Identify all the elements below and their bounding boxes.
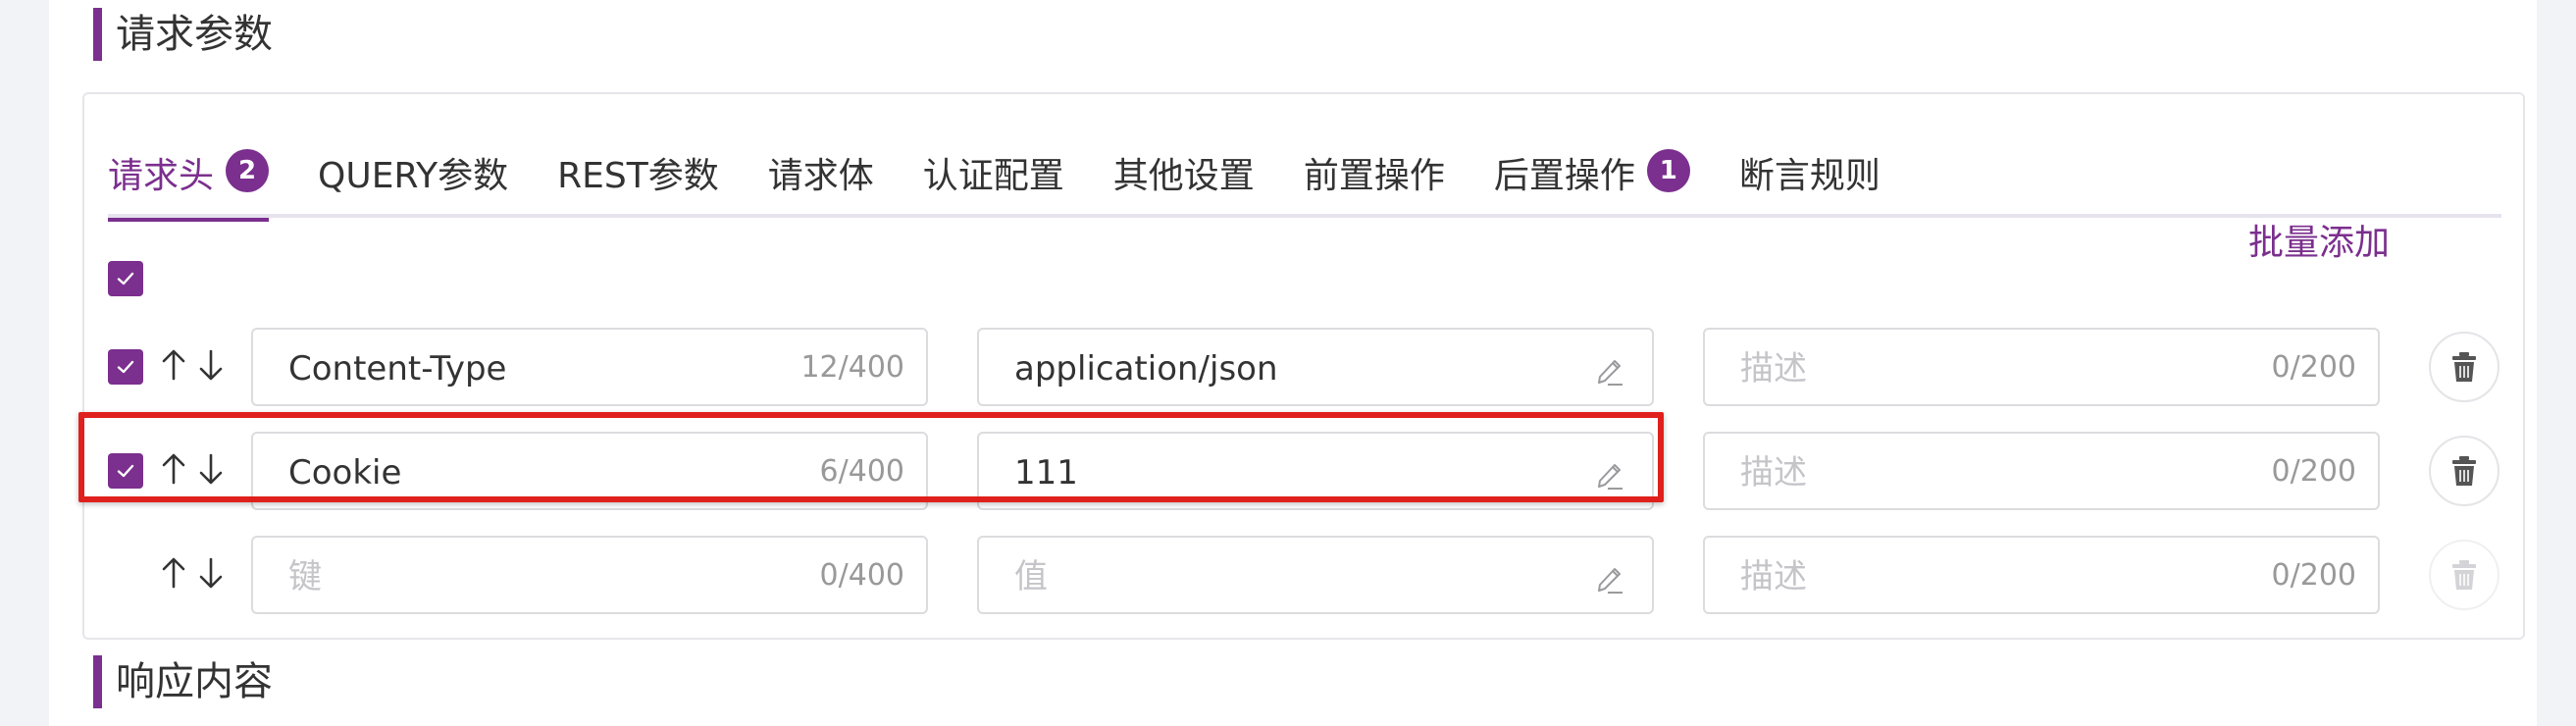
tab-headers[interactable]: 请求头 2 xyxy=(108,133,270,222)
header-description-input[interactable]: 描述 0/200 xyxy=(1703,536,2380,614)
header-key-input[interactable]: Content-Type 12/400 xyxy=(251,328,928,406)
header-description-placeholder: 描述 xyxy=(1740,453,1807,493)
header-value-input[interactable]: 值 xyxy=(977,536,1654,614)
header-description-count: 0/200 xyxy=(2271,350,2356,385)
move-up-button[interactable] xyxy=(159,447,188,491)
header-description-input[interactable]: 描述 0/200 xyxy=(1703,328,2380,406)
arrow-up-icon xyxy=(162,557,185,589)
header-value-placeholder: 值 xyxy=(1014,557,1048,596)
tab-headers-badge: 2 xyxy=(226,149,270,192)
header-key-value: Content-Type xyxy=(288,349,507,389)
header-value-input[interactable]: 111 xyxy=(977,432,1654,510)
header-key-placeholder: 键 xyxy=(288,557,322,596)
tab-headers-label: 请求头 xyxy=(108,156,215,196)
header-row: Content-Type 12/400 application/json 描述 … xyxy=(0,328,2576,406)
section-title-request-params: 请求参数 xyxy=(93,8,273,61)
trash-icon xyxy=(2452,560,2476,590)
check-icon xyxy=(117,272,134,285)
move-down-button[interactable] xyxy=(196,551,226,595)
batch-add-link[interactable]: 批量添加 xyxy=(2248,214,2390,265)
header-description-placeholder: 描述 xyxy=(1740,349,1807,389)
arrow-down-icon xyxy=(199,453,223,485)
section-title-response-content: 响应内容 xyxy=(93,655,273,708)
row-checkbox[interactable] xyxy=(108,349,143,385)
tab-other-settings[interactable]: 其他设置 xyxy=(1113,133,1255,218)
header-key-count: 12/400 xyxy=(800,350,904,385)
tab-rest-params[interactable]: REST参数 xyxy=(557,133,719,218)
header-key-input[interactable]: Cookie 6/400 xyxy=(251,432,928,510)
tab-request-body[interactable]: 请求体 xyxy=(768,133,874,218)
header-row: Cookie 6/400 111 描述 0/200 xyxy=(0,432,2576,510)
arrow-up-icon xyxy=(162,349,185,381)
header-key-count: 6/400 xyxy=(819,454,904,489)
delete-row-button[interactable] xyxy=(2429,436,2499,506)
tab-query-params[interactable]: QUERY参数 xyxy=(318,133,508,218)
trash-icon xyxy=(2452,352,2476,382)
header-key-count: 0/400 xyxy=(819,558,904,593)
header-description-placeholder: 描述 xyxy=(1740,557,1807,596)
header-value-text: application/json xyxy=(1014,349,1278,389)
check-icon xyxy=(117,360,134,374)
header-row-empty: 键 0/400 值 描述 0/200 xyxy=(0,536,2576,614)
tab-pre-operations[interactable]: 前置操作 xyxy=(1304,133,1445,218)
sort-arrows xyxy=(159,447,226,491)
header-key-input[interactable]: 键 0/400 xyxy=(251,536,928,614)
move-down-button[interactable] xyxy=(196,447,226,491)
header-key-value: Cookie xyxy=(288,453,402,493)
request-tabs: 请求头 2 QUERY参数 REST参数 请求体 认证配置 其他设置 前置操作 … xyxy=(108,133,2501,222)
header-value-input[interactable]: application/json xyxy=(977,328,1654,406)
tab-auth-config-label: 认证配置 xyxy=(922,156,1064,196)
header-description-input[interactable]: 描述 0/200 xyxy=(1703,432,2380,510)
pencil-icon[interactable] xyxy=(1591,453,1626,493)
tab-request-body-label: 请求体 xyxy=(767,156,874,196)
header-description-count: 0/200 xyxy=(2271,454,2356,489)
tab-rest-params-label: REST参数 xyxy=(557,156,719,196)
sort-arrows xyxy=(159,343,226,387)
header-description-count: 0/200 xyxy=(2271,558,2356,593)
sort-arrows xyxy=(159,551,226,595)
pencil-icon[interactable] xyxy=(1591,349,1626,389)
select-all-checkbox[interactable] xyxy=(108,261,143,296)
tab-post-operations[interactable]: 后置操作 1 xyxy=(1494,133,1690,218)
tab-post-operations-badge: 1 xyxy=(1646,149,1690,192)
tab-assertion-rules[interactable]: 断言规则 xyxy=(1739,133,1880,218)
tab-assertion-rules-label: 断言规则 xyxy=(1738,156,1880,196)
tab-post-operations-label: 后置操作 xyxy=(1493,156,1635,196)
pencil-icon[interactable] xyxy=(1591,557,1626,596)
tab-query-params-label: QUERY参数 xyxy=(318,156,509,196)
row-checkbox[interactable] xyxy=(108,453,143,489)
tab-other-settings-label: 其他设置 xyxy=(1112,156,1255,196)
move-up-button[interactable] xyxy=(159,551,188,595)
delete-row-button[interactable] xyxy=(2429,540,2499,610)
trash-icon xyxy=(2452,456,2476,486)
check-icon xyxy=(117,464,134,478)
arrow-up-icon xyxy=(162,453,185,485)
arrow-down-icon xyxy=(199,557,223,589)
move-down-button[interactable] xyxy=(196,343,226,387)
header-value-text: 111 xyxy=(1014,453,1078,493)
arrow-down-icon xyxy=(199,349,223,381)
tab-auth-config[interactable]: 认证配置 xyxy=(923,133,1064,218)
tab-pre-operations-label: 前置操作 xyxy=(1303,156,1445,196)
move-up-button[interactable] xyxy=(159,343,188,387)
delete-row-button[interactable] xyxy=(2429,332,2499,402)
